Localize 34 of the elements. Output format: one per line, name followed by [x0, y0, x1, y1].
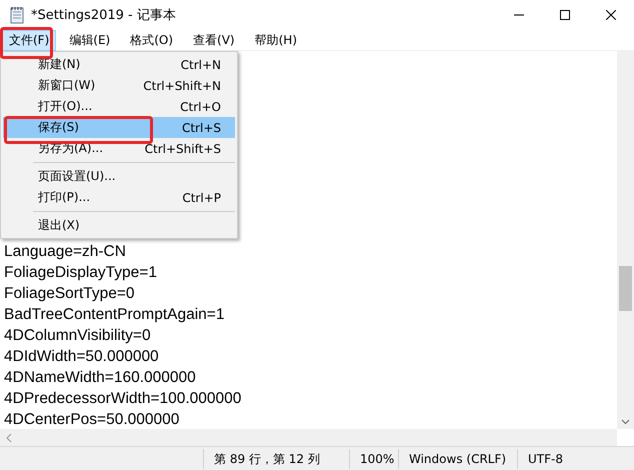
text-line: 4DNameWidth=160.000000 [4, 368, 197, 388]
text-line: FoliageDisplayType=1 [4, 263, 158, 283]
text-line: FoliageSortType=0 [4, 284, 136, 304]
highlight-box [0, 27, 53, 59]
text-line: BadTreeContentPromptAgain=1 [4, 305, 226, 325]
cursor-position: 第 89 行，第 12 列 [203, 449, 349, 469]
window-title: *Settings2019 - 记事本 [31, 7, 177, 24]
text-line: 4DColumnVisibility=0 [4, 326, 152, 346]
menu-entry[interactable]: 新建(N) Ctrl+N [3, 54, 235, 75]
encoding: UTF-8 [517, 449, 598, 469]
menu-item[interactable]: 编辑(E) [62, 30, 118, 50]
horizontal-scrollbar[interactable] [0, 429, 617, 446]
line-ending: Windows (CRLF) [398, 449, 517, 469]
menu-entry[interactable]: 新窗口(W) Ctrl+Shift+N [3, 75, 235, 96]
menu-item[interactable]: 格式(O) [123, 30, 180, 50]
chevron-left-icon[interactable] [4, 432, 14, 442]
menu-item[interactable]: 帮助(H) [248, 30, 304, 50]
menu-entry[interactable]: 退出(X) [3, 215, 235, 236]
menu-entry[interactable]: 保存(S) Ctrl+S [3, 117, 235, 138]
notepad-icon [9, 6, 25, 24]
text-line: 4DCenterPos=50.000000 [4, 410, 180, 429]
chevron-down-icon[interactable] [621, 419, 630, 425]
text-line: 4DIdWidth=50.000000 [4, 347, 160, 367]
text-line: 4DPredecessorWidth=100.000000 [4, 389, 242, 409]
scroll-thumb[interactable] [619, 266, 632, 311]
menu-entry[interactable]: 页面设置(U)... [3, 166, 235, 187]
menu-entry[interactable]: 打开(O)... Ctrl+O [3, 96, 235, 117]
menu-item[interactable]: 查看(V) [186, 30, 242, 50]
maximize-icon [560, 10, 570, 20]
menu-entry[interactable]: 打印(P)... Ctrl+P [3, 187, 235, 208]
vertical-scrollbar[interactable] [617, 51, 634, 429]
text-line: Language=zh-CN [4, 242, 127, 262]
close-icon [606, 10, 616, 20]
zoom-level: 100% [349, 449, 398, 469]
